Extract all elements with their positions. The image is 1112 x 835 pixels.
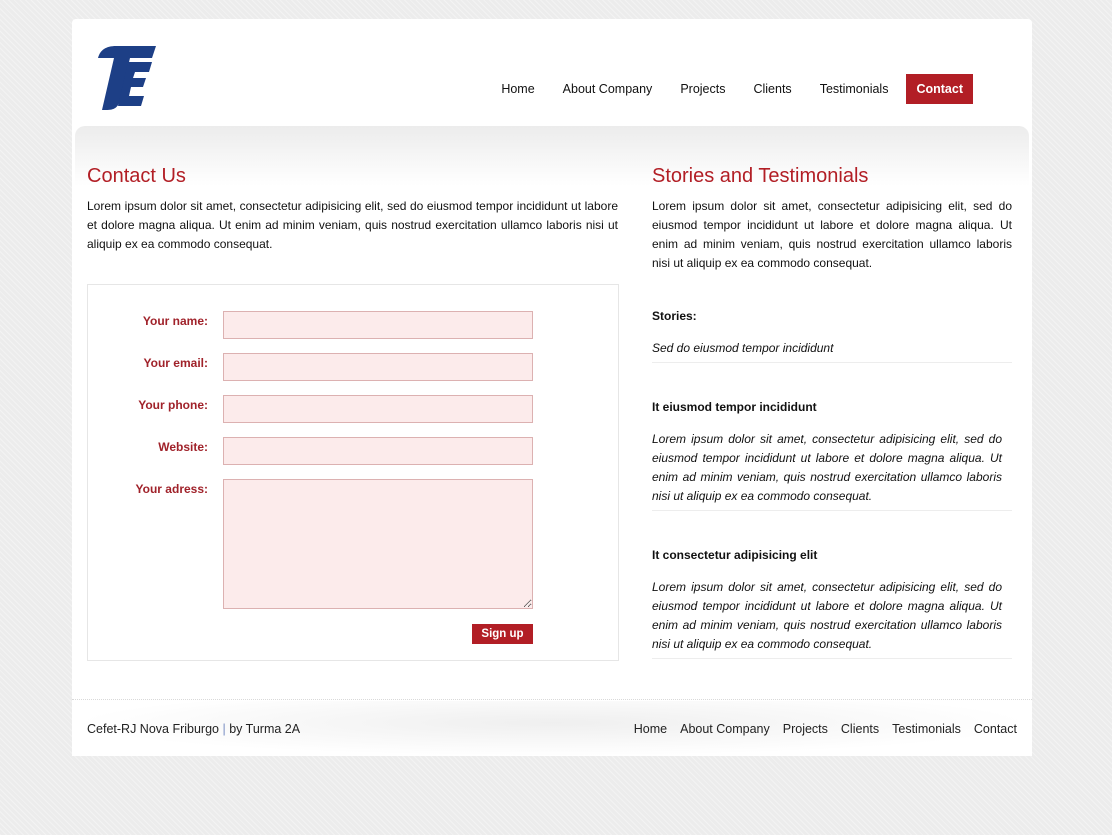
email-row: Your email:: [88, 353, 618, 381]
contact-title: Contact Us: [87, 165, 186, 187]
divider: [652, 362, 1012, 363]
nav-item-home[interactable]: Home: [487, 74, 548, 104]
email-input[interactable]: [223, 353, 533, 381]
phone-row: Your phone:: [88, 395, 618, 423]
testimonials-intro: Lorem ipsum dolor sit amet, consectetur …: [652, 199, 1012, 270]
footer-link-testimonials[interactable]: Testimonials: [892, 722, 961, 736]
page-container: Home About Company Projects Clients Test…: [72, 19, 1032, 756]
nav-item-projects[interactable]: Projects: [666, 74, 739, 104]
contact-column: Contact Us Lorem ipsum dolor sit amet, c…: [87, 164, 618, 254]
story-heading: It consectetur adipisicing elit: [652, 548, 818, 562]
address-textarea[interactable]: [223, 479, 533, 609]
contact-form: Your name: Your email: Your phone: Websi…: [87, 284, 619, 661]
address-row: Your adress:: [88, 479, 618, 609]
nav-item-contact[interactable]: Contact: [906, 74, 973, 104]
email-label: Your email:: [143, 356, 208, 370]
footer-link-home[interactable]: Home: [634, 722, 667, 736]
website-row: Website:: [88, 437, 618, 465]
header: Home About Company Projects Clients Test…: [72, 19, 1032, 126]
name-row: Your name:: [88, 311, 618, 339]
footer-separator: |: [222, 722, 226, 736]
contact-intro: Lorem ipsum dolor sit amet, consectetur …: [87, 199, 618, 251]
logo[interactable]: [94, 44, 160, 112]
te-logo-icon: [98, 46, 156, 110]
website-input[interactable]: [223, 437, 533, 465]
divider: [652, 510, 1012, 511]
footer-site-name: Cefet-RJ Nova Friburgo: [87, 722, 219, 736]
address-label: Your adress:: [135, 482, 208, 496]
story-text: Sed do eiusmod tempor incididunt: [652, 341, 834, 355]
story-heading: It eiusmod tempor incididunt: [652, 400, 817, 414]
name-input[interactable]: [223, 311, 533, 339]
footer-link-contact[interactable]: Contact: [974, 722, 1017, 736]
footer-by: by Turma 2A: [229, 722, 301, 736]
footer-nav: Home About Company Projects Clients Test…: [634, 722, 1017, 736]
footer-credit: Cefet-RJ Nova Friburgo | by Turma 2A: [87, 722, 300, 736]
name-label: Your name:: [142, 314, 208, 328]
nav-item-about-company[interactable]: About Company: [549, 74, 667, 104]
nav-item-clients[interactable]: Clients: [739, 74, 805, 104]
footer-link-about-company[interactable]: About Company: [680, 722, 770, 736]
website-label: Website:: [158, 440, 208, 454]
story-text: Lorem ipsum dolor sit amet, consectetur …: [652, 432, 1002, 503]
footer-link-projects[interactable]: Projects: [783, 722, 828, 736]
phone-input[interactable]: [223, 395, 533, 423]
story-heading: Stories:: [652, 309, 697, 323]
testimonials-column: Stories and Testimonials Lorem ipsum dol…: [652, 164, 1012, 659]
phone-label: Your phone:: [138, 398, 208, 412]
footer-link-clients[interactable]: Clients: [841, 722, 879, 736]
story-text: Lorem ipsum dolor sit amet, consectetur …: [652, 580, 1002, 651]
main-nav: Home About Company Projects Clients Test…: [487, 74, 973, 104]
nav-item-testimonials[interactable]: Testimonials: [806, 74, 903, 104]
divider: [652, 658, 1012, 659]
testimonials-title: Stories and Testimonials: [652, 165, 869, 187]
sign-up-button[interactable]: Sign up: [472, 624, 533, 644]
